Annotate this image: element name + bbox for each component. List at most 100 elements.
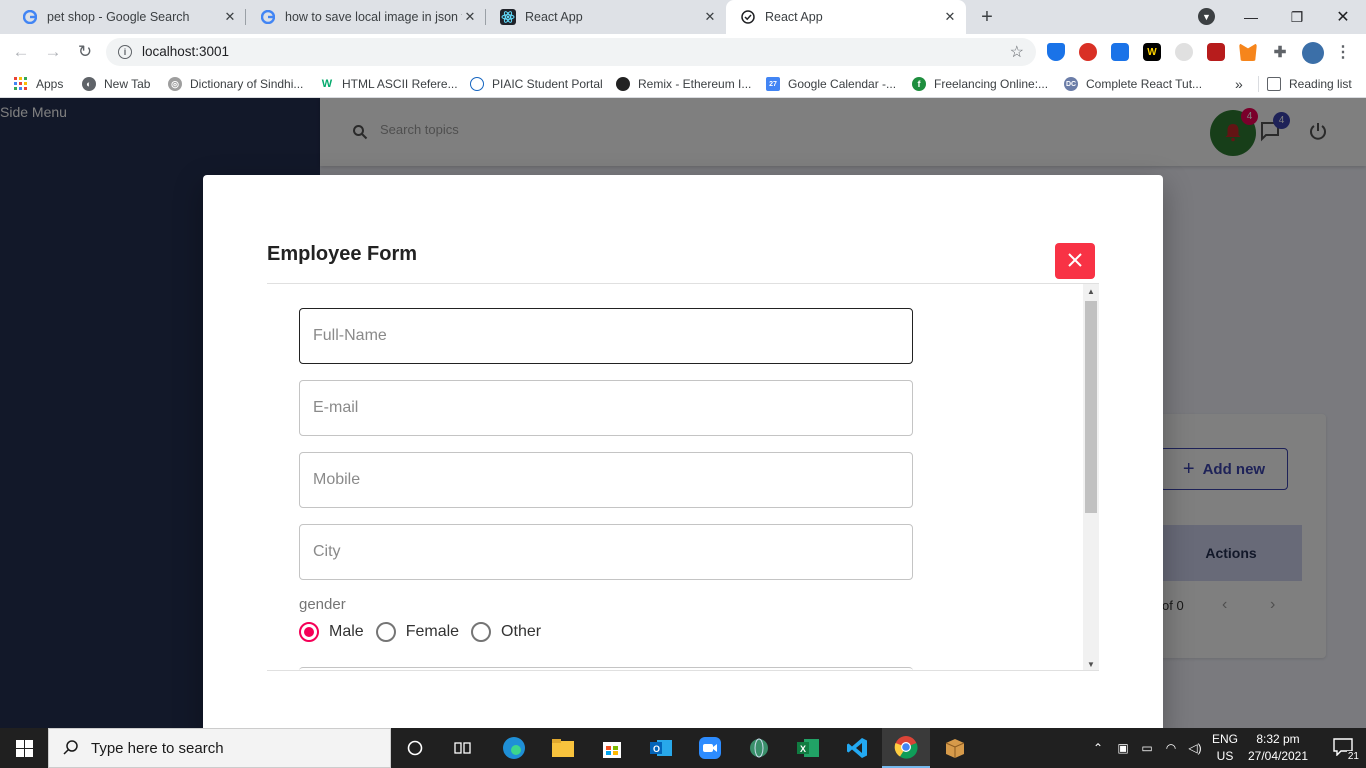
bookmark-label: Freelancing Online:... (934, 77, 1049, 91)
gender-radio-other[interactable]: Other (471, 622, 541, 642)
notification-count: 21 (1346, 751, 1360, 762)
kebab-menu-icon[interactable]: ⋮ (1334, 43, 1352, 61)
chrome-icon[interactable] (882, 728, 930, 768)
radio-checked-icon[interactable] (299, 622, 319, 642)
action-center-button[interactable]: 21 (1320, 728, 1366, 768)
restore-icon[interactable]: ❐ (1274, 0, 1320, 34)
reading-list-icon (1267, 77, 1281, 91)
file-explorer-icon[interactable] (539, 728, 587, 768)
bookmark-google-calendar[interactable]: 27 Google Calendar -... (766, 76, 896, 92)
bookmark-star-icon[interactable]: ☆ (1010, 42, 1024, 62)
shield-extension-icon[interactable] (1047, 43, 1065, 61)
partially-visible-field (299, 667, 913, 670)
bookmark-freelancing[interactable]: f Freelancing Online:... (912, 76, 1048, 92)
scroll-thumb[interactable] (1085, 301, 1097, 513)
close-tab-icon[interactable]: ✕ (942, 9, 958, 25)
puzzle-extensions-icon[interactable]: ✚ (1271, 43, 1289, 61)
wm-extension-icon[interactable]: W (1143, 43, 1161, 61)
bookmark-label: New Tab (104, 77, 151, 91)
dialog-scrollbar[interactable]: ▲ ▼ (1083, 284, 1099, 670)
email-input[interactable] (313, 381, 893, 435)
tray-chevron-up-icon[interactable]: ⌃ (1090, 728, 1106, 768)
bookmark-dictionary[interactable]: ◎ Dictionary of Sindhi... (168, 76, 303, 92)
forward-arrow-icon[interactable]: → (42, 41, 64, 63)
url-text[interactable]: localhost:3001 (142, 44, 229, 59)
gender-radio-group: Male Female Other (299, 622, 553, 642)
gender-label: gender (299, 596, 346, 613)
excel-icon[interactable]: X (784, 728, 832, 768)
edge-icon[interactable] (490, 728, 538, 768)
email-field[interactable] (299, 380, 913, 436)
info-icon[interactable]: i (118, 45, 132, 59)
close-tab-icon[interactable]: ✕ (462, 9, 478, 25)
bookmarks-bar: Apps ◐ New Tab ◎ Dictionary of Sindhi...… (0, 70, 1366, 98)
back-arrow-icon[interactable]: ← (10, 41, 32, 63)
browser-tab-strip: pet shop - Google Search ✕ how to save l… (0, 0, 1366, 34)
bookmark-label: Remix - Ethereum I... (638, 77, 752, 91)
zoom-icon[interactable] (686, 728, 734, 768)
address-bar[interactable]: i localhost:3001 ☆ (106, 38, 1036, 66)
bookmark-remix[interactable]: Remix - Ethereum I... (616, 76, 751, 92)
grey-extension-icon[interactable] (1175, 43, 1193, 61)
scroll-down-arrow-icon[interactable]: ▼ (1083, 657, 1099, 670)
taskbar-search-box[interactable]: Type here to search (48, 728, 391, 768)
mobile-input[interactable] (313, 453, 893, 507)
gender-radio-female[interactable]: Female (375, 622, 459, 642)
tab-title: how to save local image in json f (285, 10, 462, 24)
radio-unchecked-icon[interactable] (471, 622, 492, 642)
bookmark-piaic[interactable]: PIAIC Student Portal (470, 76, 603, 92)
language-indicator[interactable]: ENG US (1210, 731, 1240, 765)
dictionary-icon: ◎ (168, 77, 182, 91)
tray-meet-icon[interactable]: ▣ (1114, 728, 1132, 768)
dark-red-extension-icon[interactable] (1207, 43, 1225, 61)
network-globe-icon[interactable] (735, 728, 783, 768)
svg-text:O: O (653, 744, 660, 754)
close-tab-icon[interactable]: ✕ (222, 9, 238, 25)
bookmark-new-tab[interactable]: ◐ New Tab (82, 76, 150, 92)
w3-icon: W (321, 78, 333, 90)
minimize-icon[interactable]: — (1228, 0, 1274, 34)
reading-list-button[interactable]: Reading list (1258, 76, 1352, 92)
blue-extension-icon[interactable] (1111, 43, 1129, 61)
profile-avatar[interactable] (1302, 42, 1324, 64)
red-extension-icon[interactable] (1079, 43, 1097, 61)
city-input[interactable] (313, 525, 893, 579)
package-box-icon[interactable] (931, 728, 979, 768)
new-tab-plus-icon[interactable]: + (976, 6, 998, 28)
search-icon (63, 739, 79, 758)
fullname-input[interactable] (313, 309, 893, 363)
tab-title: React App (765, 10, 823, 24)
system-clock[interactable]: 8:32 pm 27/04/2021 (1246, 731, 1310, 765)
language-code: ENG (1211, 732, 1238, 746)
bookmark-complete-react[interactable]: DC Complete React Tut... (1064, 76, 1202, 92)
tab-search-chevron-icon[interactable]: ▼ (1198, 8, 1215, 25)
reload-icon[interactable]: ↻ (74, 41, 96, 63)
volume-icon[interactable]: ◁) (1186, 728, 1204, 768)
apps-grid-icon (14, 77, 28, 91)
window-close-icon[interactable]: ✕ (1320, 0, 1366, 34)
city-field[interactable] (299, 524, 913, 580)
tab-react-app-active[interactable]: React App ✕ (726, 0, 966, 34)
outlook-icon[interactable]: O (637, 728, 685, 768)
vscode-icon[interactable] (833, 728, 881, 768)
tab-react-app[interactable]: React App ✕ (486, 0, 726, 34)
windows-start-button[interactable] (0, 728, 48, 768)
gender-radio-male[interactable]: Male (299, 622, 364, 642)
tray-power-icon[interactable]: ▭ (1138, 728, 1156, 768)
fullname-field[interactable] (299, 308, 913, 364)
tab-pet-shop[interactable]: pet shop - Google Search ✕ (8, 0, 246, 34)
employee-form-dialog: Employee Form gender (203, 175, 1163, 728)
microsoft-store-icon[interactable] (588, 728, 636, 768)
more-bookmarks-chevron[interactable]: » (1235, 76, 1243, 92)
scroll-up-arrow-icon[interactable]: ▲ (1083, 284, 1099, 298)
task-view-icon[interactable] (439, 728, 487, 768)
close-tab-icon[interactable]: ✕ (702, 9, 718, 25)
mobile-field[interactable] (299, 452, 913, 508)
radio-unchecked-icon[interactable] (375, 622, 396, 642)
dialog-close-button[interactable] (1055, 243, 1095, 279)
bookmark-html-ascii[interactable]: W HTML ASCII Refere... (320, 76, 458, 92)
cortana-icon[interactable] (391, 728, 439, 768)
tab-save-local-image[interactable]: how to save local image in json f ✕ (246, 0, 486, 34)
wifi-icon[interactable]: ◠ (1162, 728, 1180, 768)
bookmark-apps[interactable]: Apps (14, 76, 63, 92)
